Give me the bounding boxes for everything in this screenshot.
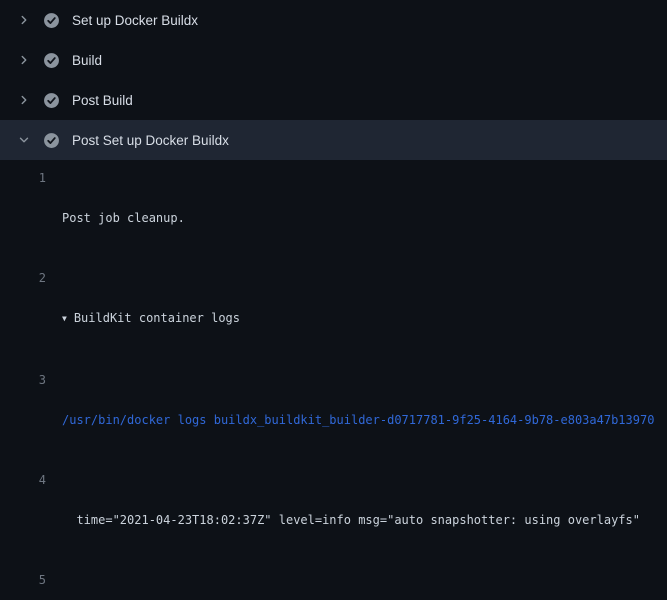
step-header[interactable]: Build — [0, 40, 667, 80]
step-list: Set up Docker Buildx Build Post Buil — [0, 0, 667, 160]
line-content: ▼ time="2021-04-23T18:02:37Z" level=warn… — [46, 570, 667, 600]
line-text: BuildKit container logs — [74, 311, 240, 325]
line-content: ▼Post job cleanup. — [46, 168, 667, 268]
chevron-icon[interactable] — [16, 52, 32, 68]
line-text: time="2021-04-23T18:02:37Z" level=info m… — [62, 513, 640, 527]
log-line: 2 ▼ BuildKit container logs — [0, 268, 667, 370]
check-circle-icon — [43, 92, 60, 109]
line-text: Post job cleanup. — [62, 211, 185, 225]
log-body: 1 ▼Post job cleanup. 2 ▼ BuildKit contain… — [0, 160, 667, 600]
line-content: ▼ time="2021-04-23T18:02:37Z" level=info… — [46, 470, 667, 570]
check-circle-icon — [43, 52, 60, 69]
chevron-icon[interactable] — [16, 92, 32, 108]
step-header[interactable]: Post Set up Docker Buildx — [0, 120, 667, 160]
line-text: /usr/bin/docker logs buildx_buildkit_bui… — [62, 413, 654, 427]
check-circle-icon — [43, 132, 60, 149]
line-number[interactable]: 5 — [0, 570, 46, 600]
step-title: Post Set up Docker Buildx — [72, 133, 229, 148]
log-line: 5 ▼ time="2021-04-23T18:02:37Z" level=wa… — [0, 570, 667, 600]
group-caret-icon[interactable]: ▼ — [62, 309, 67, 329]
log-line: 1 ▼Post job cleanup. — [0, 168, 667, 268]
step-title: Set up Docker Buildx — [72, 13, 198, 28]
line-content: ▼/usr/bin/docker logs buildx_buildkit_bu… — [46, 370, 667, 470]
step-header[interactable]: Set up Docker Buildx — [0, 0, 667, 40]
step-title: Post Build — [72, 93, 133, 108]
line-number[interactable]: 3 — [0, 370, 46, 470]
chevron-icon[interactable] — [16, 132, 32, 148]
line-number[interactable]: 2 — [0, 268, 46, 370]
actions-log-viewer: Set up Docker Buildx Build Post Buil — [0, 0, 667, 600]
line-number[interactable]: 1 — [0, 168, 46, 268]
log-line: 4 ▼ time="2021-04-23T18:02:37Z" level=in… — [0, 470, 667, 570]
step-title: Build — [72, 53, 102, 68]
line-content: ▼ BuildKit container logs — [46, 268, 667, 370]
chevron-icon[interactable] — [16, 12, 32, 28]
line-number[interactable]: 4 — [0, 470, 46, 570]
check-circle-icon — [43, 12, 60, 29]
log-line: 3 ▼/usr/bin/docker logs buildx_buildkit_… — [0, 370, 667, 470]
step-header[interactable]: Post Build — [0, 80, 667, 120]
